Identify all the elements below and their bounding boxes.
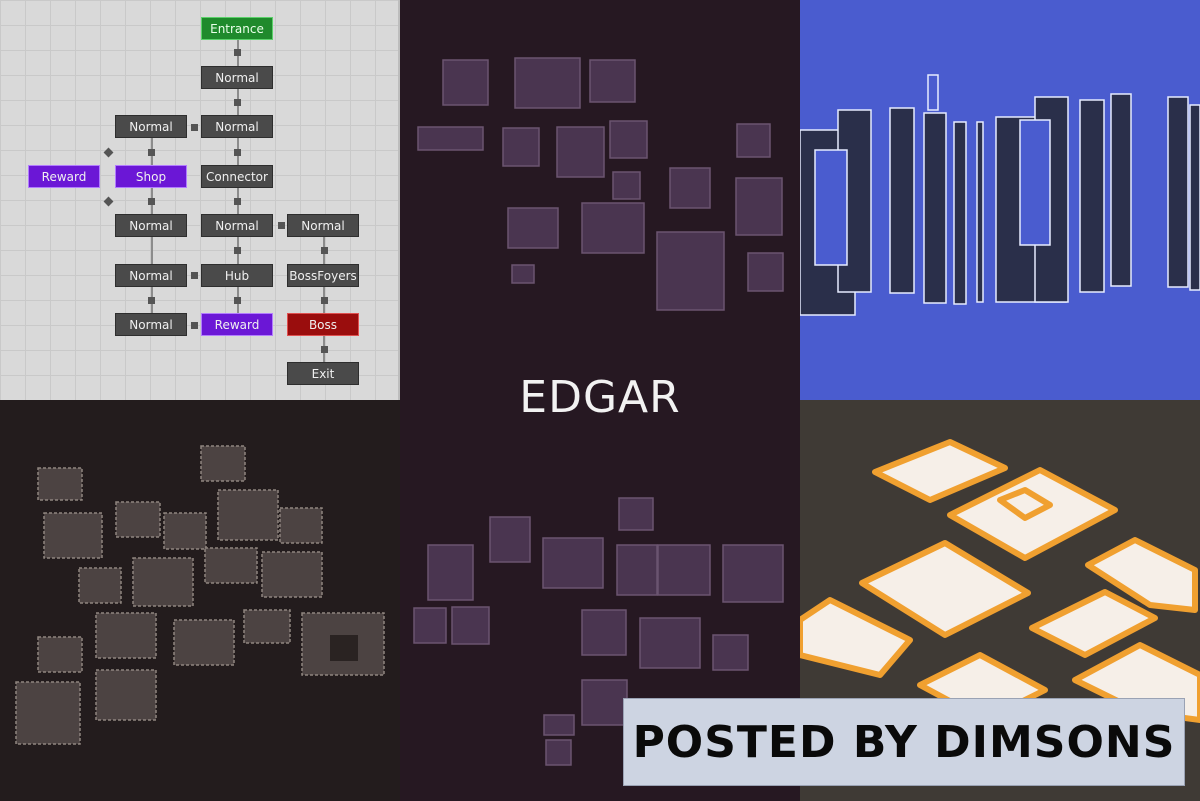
graph-node[interactable]: Normal (201, 66, 273, 89)
graph-connection[interactable] (278, 222, 285, 229)
graph-connection[interactable] (234, 49, 241, 56)
graph-connection[interactable] (234, 297, 241, 304)
graph-node[interactable]: Normal (115, 264, 187, 287)
brown-dungeon-panel (0, 400, 400, 801)
graph-connection[interactable] (148, 149, 155, 156)
graph-connection[interactable] (191, 124, 198, 131)
boss-arena-icon (330, 635, 358, 661)
graph-connection[interactable] (103, 196, 114, 207)
graph-node-shop[interactable]: Shop (115, 165, 187, 188)
graph-connection[interactable] (234, 149, 241, 156)
graph-node[interactable]: Normal (115, 115, 187, 138)
blue-platformer-map (800, 74, 1200, 316)
graph-connection[interactable] (103, 147, 114, 158)
graph-node[interactable]: Normal (115, 214, 187, 237)
graph-node-boss[interactable]: Boss (287, 313, 359, 336)
brown-dungeon-map (15, 445, 385, 745)
graph-node-hub[interactable]: Hub (201, 264, 273, 287)
edgar-title: EDGAR (519, 372, 681, 423)
graph-node-reward[interactable]: Reward (28, 165, 100, 188)
graph-node[interactable]: Normal (115, 313, 187, 336)
graph-connection[interactable] (234, 99, 241, 106)
level-graph-panel: Entrance Normal Normal Normal Reward Sho… (0, 0, 400, 400)
graph-node-connector[interactable]: Connector (201, 165, 273, 188)
graph-connection[interactable] (191, 272, 198, 279)
graph-node-entrance[interactable]: Entrance (201, 17, 273, 40)
graph-connection[interactable] (321, 346, 328, 353)
graph-node[interactable]: Normal (287, 214, 359, 237)
graph-connection[interactable] (234, 198, 241, 205)
graph-node-reward[interactable]: Reward (201, 313, 273, 336)
graph-connection[interactable] (191, 322, 198, 329)
graph-connection[interactable] (148, 198, 155, 205)
purple-dungeon-panel: EDGAR (400, 0, 800, 801)
graph-connection[interactable] (234, 247, 241, 254)
graph-edge (323, 235, 325, 375)
posted-by-watermark: POSTED BY DIMSONS (623, 698, 1185, 786)
blue-platformer-panel (800, 0, 1200, 400)
graph-connection[interactable] (148, 297, 155, 304)
graph-connection[interactable] (321, 297, 328, 304)
graph-connection[interactable] (321, 247, 328, 254)
graph-node[interactable]: Normal (201, 115, 273, 138)
graph-node[interactable]: Normal (201, 214, 273, 237)
watermark-text: POSTED BY DIMSONS (632, 716, 1176, 768)
graph-node-exit[interactable]: Exit (287, 362, 359, 385)
graph-node-boss-foyers[interactable]: BossFoyers (287, 264, 359, 287)
